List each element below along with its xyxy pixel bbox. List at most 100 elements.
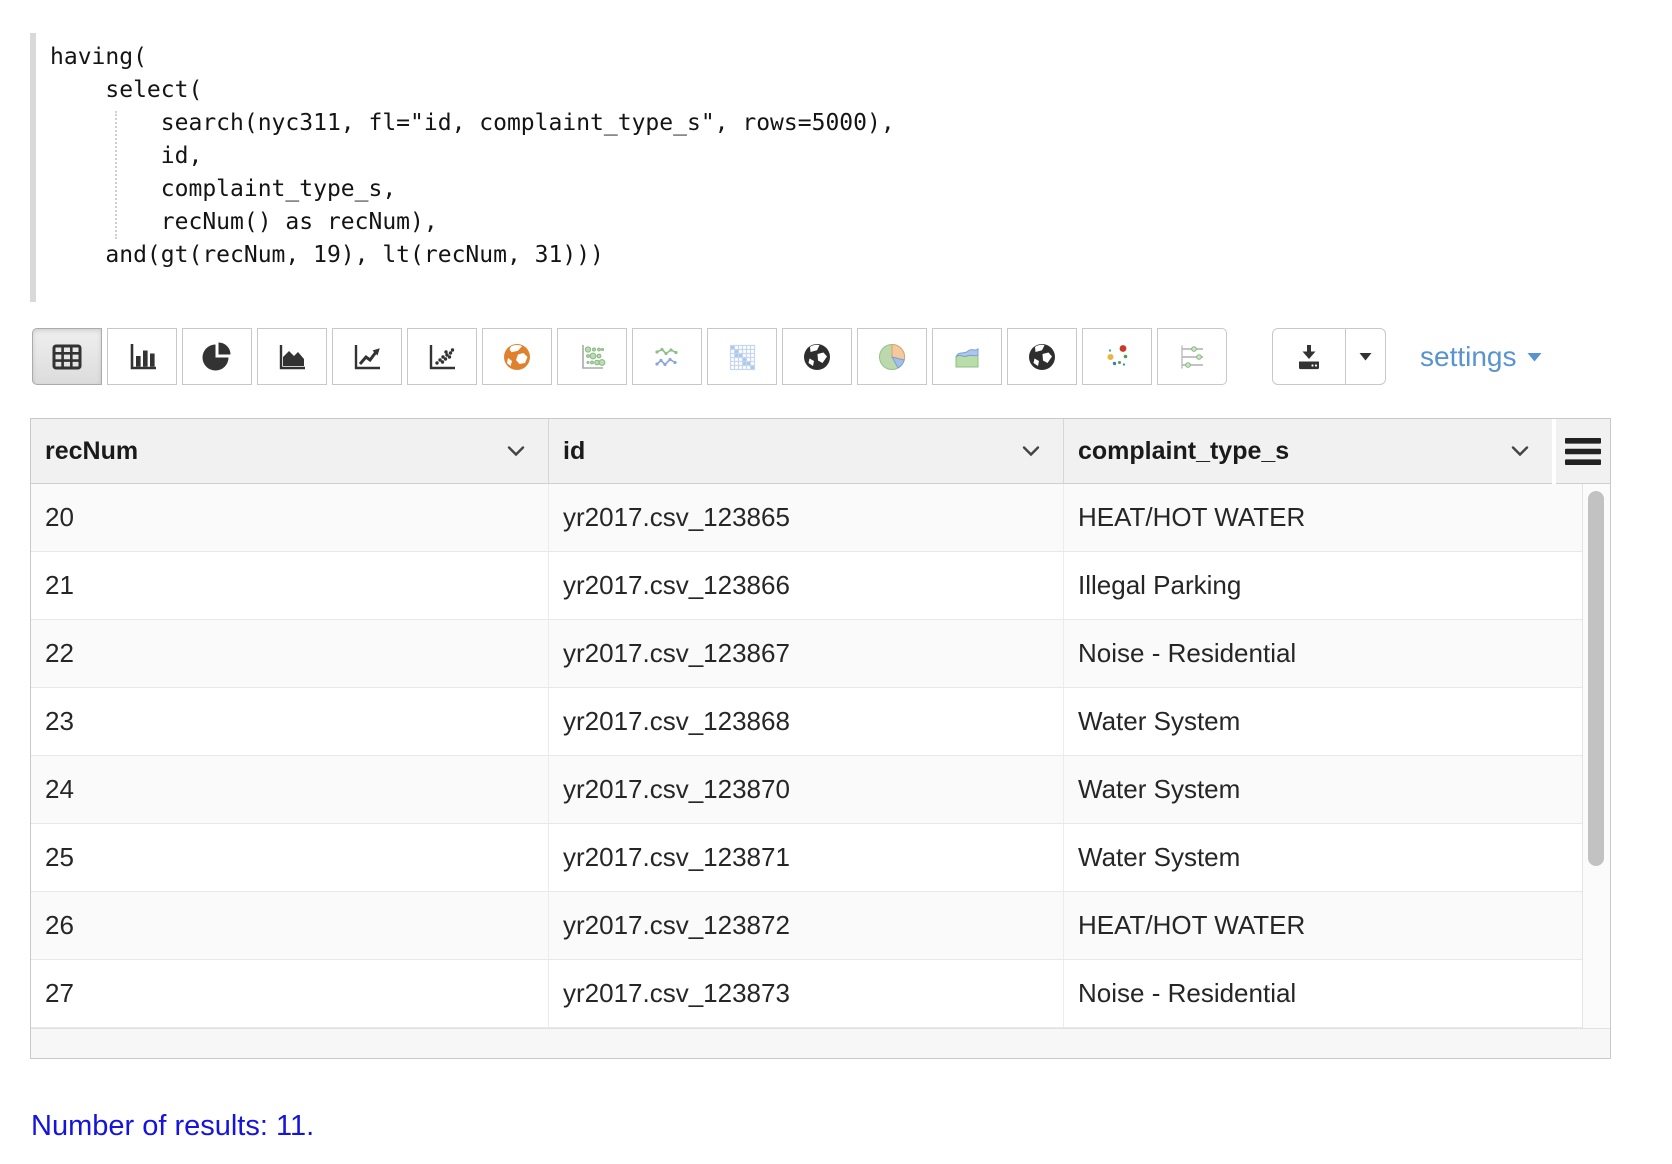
cell-id: yr2017.csv_123873 [549,960,1064,1027]
caret-down-icon [1358,351,1373,362]
column-menu-complaint-type[interactable] [1510,445,1530,457]
cell-complaint-type: HEAT/HOT WATER [1064,484,1582,551]
heatmap-icon [726,341,758,373]
code-line: complaint_type_s, [50,173,895,206]
query-code: having( select( search(nyc311, fl="id, c… [50,41,895,272]
cell-complaint-type: Water System [1064,688,1582,755]
globe-dark-2-icon [1026,341,1058,373]
cell-complaint-type: Noise - Residential [1064,620,1582,687]
viz-parallel-coordinates-button[interactable] [1157,328,1227,385]
cell-id: yr2017.csv_123868 [549,688,1064,755]
table-row: 26 yr2017.csv_123872 HEAT/HOT WATER [31,892,1610,960]
cell-recnum: 27 [31,960,549,1027]
cell-complaint-type: Illegal Parking [1064,552,1582,619]
cell-id: yr2017.csv_123866 [549,552,1064,619]
multi-line-chart-icon [651,341,683,373]
cell-id: yr2017.csv_123870 [549,756,1064,823]
code-line: recNum() as recNum), [50,206,895,239]
viz-scatter-chart-button[interactable] [407,328,477,385]
column-menu-id[interactable] [1021,445,1041,457]
line-chart-icon [351,341,383,373]
viz-pie-chart-button[interactable] [182,328,252,385]
cell-recnum: 20 [31,484,549,551]
viz-bubble-matrix-button[interactable] [557,328,627,385]
bubble-matrix-icon [576,341,608,373]
viz-stacked-area-button[interactable] [932,328,1002,385]
table-row: 27 yr2017.csv_123873 Noise - Residential [31,960,1610,1028]
results-table: recNum id complaint_type_s [30,418,1611,1059]
table-row: 25 yr2017.csv_123871 Water System [31,824,1610,892]
stacked-area-icon [951,341,983,373]
viz-scatter-color-button[interactable] [1082,328,1152,385]
table-header-row: recNum id complaint_type_s [31,419,1610,484]
viz-globe-button[interactable] [782,328,852,385]
pie-chart-icon [201,341,233,373]
cell-complaint-type: Water System [1064,824,1582,891]
code-line: id, [50,140,895,173]
chevron-down-icon [1021,445,1041,457]
vertical-scrollbar-thumb[interactable] [1588,491,1604,866]
cell-recnum: 23 [31,688,549,755]
notebook-paragraph: having( select( search(nyc311, fl="id, c… [0,0,1672,1164]
code-editor[interactable]: having( select( search(nyc311, fl="id, c… [30,33,895,302]
pie-color-icon [876,341,908,373]
cell-complaint-type: Noise - Residential [1064,960,1582,1027]
table-icon [50,341,84,373]
viz-map-button[interactable] [482,328,552,385]
cell-recnum: 21 [31,552,549,619]
table-row: 23 yr2017.csv_123868 Water System [31,688,1610,756]
cell-recnum: 24 [31,756,549,823]
cell-id: yr2017.csv_123865 [549,484,1064,551]
settings-label: settings [1420,341,1517,373]
chevron-down-icon [1510,445,1530,457]
table-menu-button[interactable] [1556,419,1610,484]
code-line: having( [50,41,895,74]
scatter-chart-icon [426,341,458,373]
cell-id: yr2017.csv_123872 [549,892,1064,959]
viz-multi-line-button[interactable] [632,328,702,385]
caret-down-icon [1526,351,1543,363]
code-line: search(nyc311, fl="id, complaint_type_s"… [50,107,895,140]
viz-area-chart-button[interactable] [257,328,327,385]
table-row: 21 yr2017.csv_123866 Illegal Parking [31,552,1610,620]
parallel-coordinates-icon [1176,341,1208,373]
table-row: 24 yr2017.csv_123870 Water System [31,756,1610,824]
code-line: and(gt(recNum, 19), lt(recNum, 31))) [50,239,895,272]
viz-line-chart-button[interactable] [332,328,402,385]
download-options-button[interactable] [1346,328,1386,385]
viz-bar-chart-button[interactable] [107,328,177,385]
column-label: complaint_type_s [1078,437,1289,466]
bar-chart-icon [126,341,158,373]
chevron-down-icon [506,445,526,457]
viz-table-button[interactable] [32,328,102,385]
column-header-recnum[interactable]: recNum [31,419,549,484]
visualization-toolbar: settings [32,328,1640,385]
column-label: id [563,437,585,466]
download-button[interactable] [1272,328,1346,385]
column-menu-recnum[interactable] [506,445,526,457]
viz-pie-color-button[interactable] [857,328,927,385]
cell-id: yr2017.csv_123871 [549,824,1064,891]
cell-id: yr2017.csv_123867 [549,620,1064,687]
cell-complaint-type: Water System [1064,756,1582,823]
code-line: select( [50,74,895,107]
results-count-text: Number of results: 11. [31,1110,314,1143]
globe-orange-icon [501,341,533,373]
settings-toggle[interactable]: settings [1420,328,1543,385]
column-header-complaint-type[interactable]: complaint_type_s [1064,419,1552,484]
column-header-id[interactable]: id [549,419,1064,484]
chart-type-button-group [32,328,1227,385]
viz-heatmap-button[interactable] [707,328,777,385]
vertical-scrollbar-track[interactable] [1582,484,1610,1028]
download-icon [1294,342,1324,372]
indent-guide [115,111,117,239]
cell-recnum: 25 [31,824,549,891]
column-label: recNum [45,437,138,466]
viz-globe-2-button[interactable] [1007,328,1077,385]
horizontal-scrollbar-track[interactable] [31,1028,1610,1058]
cell-recnum: 22 [31,620,549,687]
cell-complaint-type: HEAT/HOT WATER [1064,892,1582,959]
hamburger-menu-icon [1565,438,1601,465]
table-row: 20 yr2017.csv_123865 HEAT/HOT WATER [31,484,1610,552]
area-chart-icon [276,341,308,373]
